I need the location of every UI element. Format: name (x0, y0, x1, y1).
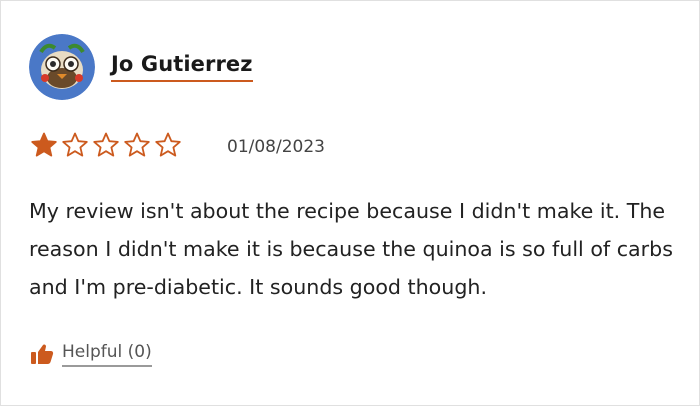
author-name-link[interactable]: Jo Gutierrez (111, 51, 253, 82)
star-outline-icon (124, 132, 150, 157)
star-outline-icon (93, 132, 119, 157)
helpful-label: Helpful (0) (62, 341, 152, 367)
star-outline-icon (155, 132, 181, 157)
avatar-image (29, 34, 95, 100)
avatar[interactable] (29, 34, 95, 100)
thumbs-up-icon (31, 344, 54, 364)
review-card: Jo Gutierrez 01/08/2023 My review isn't … (0, 0, 700, 406)
helpful-button[interactable]: Helpful (0) (30, 341, 152, 367)
review-date: 01/08/2023 (227, 137, 325, 157)
star-outline-icon (62, 132, 88, 157)
star-rating (30, 131, 182, 159)
review-text: My review isn't about the recipe because… (29, 199, 673, 299)
star-filled-icon (31, 132, 57, 157)
